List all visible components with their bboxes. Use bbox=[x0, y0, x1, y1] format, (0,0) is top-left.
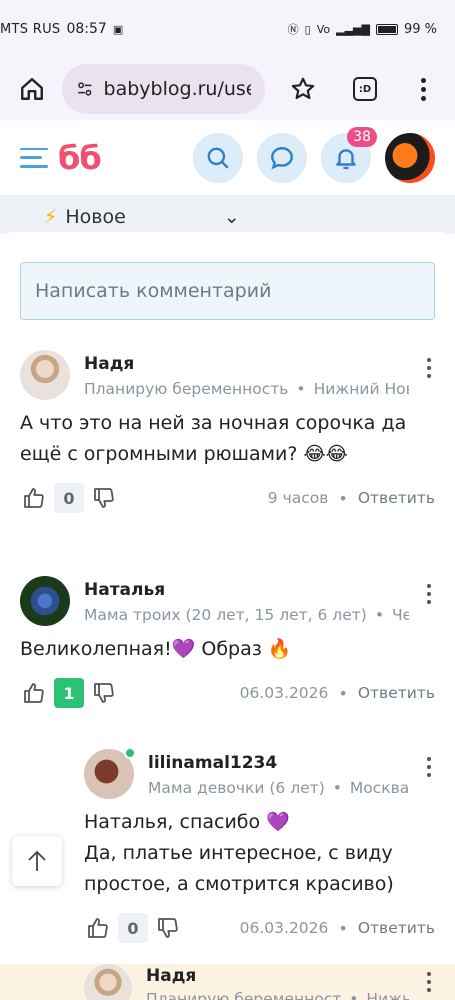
address-bar[interactable]: babyblog.ru/user/ bbox=[62, 64, 265, 114]
status-bar: MTS RUS 08:57 ▣ Ⓝ ▯ Vo ▂▃▅▇ 99 % bbox=[0, 0, 455, 58]
comment-text: Наталья, спасибо 💜 Да, платье интересное… bbox=[84, 807, 435, 900]
thumbs-down-icon bbox=[94, 683, 114, 703]
comment-date: 9 часов bbox=[267, 489, 329, 507]
site-logo[interactable]: бб bbox=[58, 139, 102, 177]
search-icon bbox=[207, 147, 229, 169]
star-icon bbox=[291, 77, 315, 100]
comment-author[interactable]: lilinamal1234 bbox=[148, 753, 409, 773]
online-indicator bbox=[124, 747, 136, 759]
comments-section: Написать комментарий Надя Планирую берем… bbox=[0, 232, 455, 944]
browser-menu-button[interactable] bbox=[403, 69, 443, 109]
comment-menu-icon[interactable] bbox=[423, 964, 435, 992]
chevron-down-icon: ⌄ bbox=[223, 206, 240, 228]
author-location: Челяби bbox=[391, 606, 409, 624]
avatar[interactable] bbox=[84, 747, 136, 799]
comment-author[interactable]: Надя bbox=[146, 966, 409, 986]
notifications-button[interactable]: 38 bbox=[321, 126, 377, 183]
tabs-button[interactable]: :D bbox=[345, 69, 385, 109]
comment-author[interactable]: Наталья bbox=[84, 580, 409, 600]
signal-icon: ▂▃▅▇ bbox=[336, 22, 370, 36]
like-button[interactable] bbox=[20, 679, 48, 707]
url-text[interactable]: babyblog.ru/user/ bbox=[104, 78, 251, 100]
vote-count: 0 bbox=[118, 913, 148, 943]
site-header: бб 38 bbox=[0, 120, 455, 196]
avatar[interactable] bbox=[84, 964, 132, 1000]
notifications-badge: 38 bbox=[347, 126, 377, 147]
reply-button[interactable]: Ответить bbox=[358, 489, 435, 507]
comment-date: 06.03.2026 bbox=[239, 684, 329, 702]
author-status: Планирую беременность bbox=[84, 380, 289, 398]
author-status: Мама девочки (6 лет) bbox=[148, 779, 325, 797]
browser-toolbar: babyblog.ru/user/ :D bbox=[0, 58, 455, 120]
comment-input[interactable]: Написать комментарий bbox=[20, 262, 435, 320]
thumbs-down-icon bbox=[158, 918, 178, 938]
battery-level: 99 % bbox=[403, 21, 437, 37]
messages-button[interactable] bbox=[257, 132, 307, 183]
sort-label: Новое bbox=[65, 206, 126, 228]
comment: Наталья Мама троих (20 лет, 15 лет, 6 ле… bbox=[20, 576, 435, 709]
app-notification-icon: ▣ bbox=[112, 22, 124, 36]
dislike-button[interactable] bbox=[90, 679, 118, 707]
author-location: Нижни bbox=[366, 990, 409, 1000]
comment-text: А что это на ней за ночная сорочка да ещ… bbox=[20, 412, 407, 465]
author-location: Нижний Новгор bbox=[313, 380, 409, 398]
thumbs-up-icon bbox=[24, 488, 44, 508]
like-button[interactable] bbox=[20, 484, 48, 512]
dislike-button[interactable] bbox=[154, 914, 182, 942]
search-button[interactable] bbox=[193, 132, 243, 183]
more-vertical-icon bbox=[417, 77, 429, 101]
reply-button[interactable]: Ответить bbox=[358, 684, 435, 702]
comment-text: Великолепная!💜 Образ 🔥 bbox=[20, 638, 292, 660]
volte-icon: Vo bbox=[316, 22, 331, 36]
vote-count: 0 bbox=[54, 483, 84, 513]
tabs-icon: :D bbox=[353, 77, 377, 101]
avatar[interactable] bbox=[20, 576, 70, 626]
comment-text-line: Наталья, спасибо 💜 bbox=[84, 811, 290, 833]
avatar[interactable] bbox=[20, 350, 70, 400]
separator-dot: • bbox=[338, 488, 348, 508]
comment-menu-icon[interactable] bbox=[423, 350, 435, 378]
carrier-label: MTS RUS bbox=[0, 21, 61, 37]
bookmark-button[interactable] bbox=[283, 69, 323, 109]
clock: 08:57 bbox=[66, 21, 107, 37]
home-icon bbox=[21, 78, 43, 100]
thumbs-down-icon bbox=[94, 488, 114, 508]
separator-dot: • bbox=[338, 683, 348, 703]
comment: Надя Планирую беременность • Нижний Новгор… bbox=[20, 350, 435, 514]
comment-author[interactable]: Надя bbox=[84, 354, 409, 374]
comment-text-line: Да, платье интересное, с виду простое, а… bbox=[84, 842, 394, 895]
sort-dropdown[interactable]: ⚡ Новое ⌄ bbox=[0, 196, 455, 234]
separator-dot: • bbox=[338, 918, 348, 938]
lightning-icon: ⚡ bbox=[44, 206, 58, 228]
chat-bubble-icon bbox=[271, 146, 293, 169]
vibrate-icon: ▯ bbox=[304, 22, 311, 36]
battery-icon bbox=[375, 23, 398, 35]
comment-menu-icon[interactable] bbox=[423, 576, 435, 604]
reply-comment: lilinamal1234 Мама девочки (6 лет) • Москв… bbox=[84, 747, 435, 944]
comment-date: 06.03.2026 bbox=[239, 919, 329, 937]
comment-menu-icon[interactable] bbox=[423, 749, 435, 777]
thumbs-up-icon bbox=[24, 683, 44, 703]
dislike-button[interactable] bbox=[90, 484, 118, 512]
thumbs-up-icon bbox=[88, 918, 108, 938]
author-location: Москва bbox=[349, 779, 409, 797]
author-status: Планирую беременност bbox=[146, 990, 342, 1000]
nfc-icon: Ⓝ bbox=[287, 23, 299, 36]
vote-count: 1 bbox=[54, 678, 84, 708]
site-settings-icon[interactable] bbox=[76, 79, 94, 99]
highlighted-comment: Надя Планирую беременност•Нижни bbox=[0, 964, 455, 1000]
home-button[interactable] bbox=[12, 69, 52, 109]
bell-icon bbox=[336, 148, 356, 169]
scroll-to-top-button[interactable] bbox=[12, 836, 62, 886]
like-button[interactable] bbox=[84, 914, 112, 942]
menu-icon[interactable] bbox=[20, 147, 48, 168]
author-status: Мама троих (20 лет, 15 лет, 6 лет) bbox=[84, 606, 367, 624]
reply-button[interactable]: Ответить bbox=[358, 919, 435, 937]
arrow-up-icon bbox=[28, 850, 46, 871]
user-avatar[interactable] bbox=[385, 132, 435, 183]
